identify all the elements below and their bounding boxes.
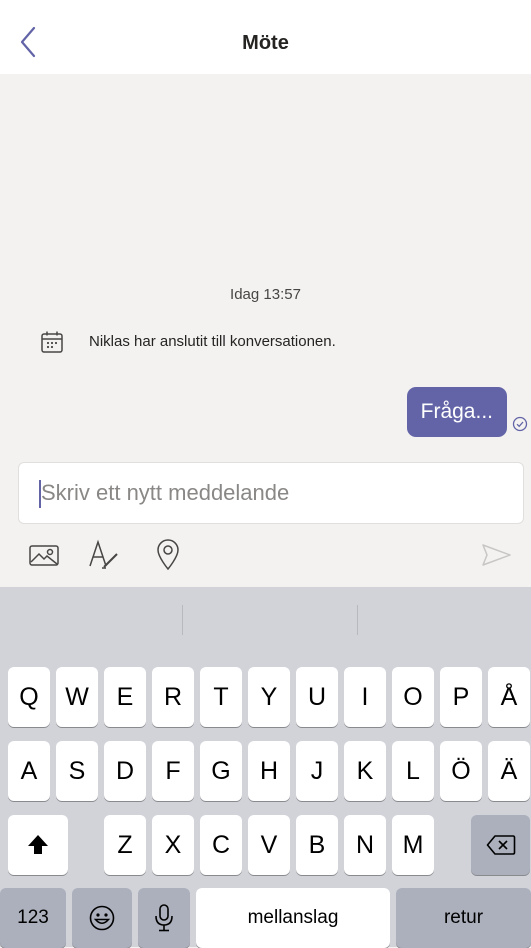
calendar-icon [41, 331, 63, 353]
key-a[interactable]: A [8, 741, 50, 801]
key-n[interactable]: N [344, 815, 386, 875]
location-icon [157, 539, 179, 571]
return-key[interactable]: retur [396, 888, 531, 948]
image-icon [29, 545, 59, 566]
key-f[interactable]: F [152, 741, 194, 801]
key-w[interactable]: W [56, 667, 98, 727]
message-input[interactable] [19, 463, 523, 523]
suggestion-bar [0, 587, 531, 653]
numbers-key[interactable]: 123 [0, 888, 66, 948]
key-a-ring[interactable]: Å [488, 667, 530, 727]
emoji-icon [89, 905, 115, 931]
key-o-umlaut[interactable]: Ö [440, 741, 482, 801]
message-bubble[interactable]: Fråga... [406, 387, 507, 437]
key-g[interactable]: G [200, 741, 242, 801]
suggestion-divider [182, 605, 183, 635]
key-v[interactable]: V [248, 815, 290, 875]
key-a-umlaut[interactable]: Ä [488, 741, 530, 801]
backspace-key[interactable] [471, 815, 530, 875]
system-message: Niklas har anslutit till konversationen. [89, 333, 336, 350]
key-c[interactable]: C [200, 815, 242, 875]
key-y[interactable]: Y [248, 667, 290, 727]
header: Möte [0, 0, 531, 74]
shift-icon [28, 835, 48, 854]
emoji-key[interactable] [72, 888, 132, 948]
send-icon [482, 544, 511, 566]
key-e[interactable]: E [104, 667, 146, 727]
key-q[interactable]: Q [8, 667, 50, 727]
key-s[interactable]: S [56, 741, 98, 801]
compose-box [18, 462, 524, 524]
send-button[interactable] [478, 537, 514, 573]
key-b[interactable]: B [296, 815, 338, 875]
dictation-key[interactable] [138, 888, 190, 948]
key-r[interactable]: R [152, 667, 194, 727]
key-j[interactable]: J [296, 741, 338, 801]
suggestion-divider [357, 605, 358, 635]
key-h[interactable]: H [248, 741, 290, 801]
key-t[interactable]: T [200, 667, 242, 727]
key-d[interactable]: D [104, 741, 146, 801]
text-cursor [39, 480, 41, 508]
sent-check-icon [512, 416, 528, 432]
format-text-icon [89, 539, 118, 569]
shift-key[interactable] [8, 815, 68, 875]
message-timestamp: Idag 13:57 [230, 286, 301, 303]
space-key[interactable]: mellanslag [196, 888, 390, 948]
key-u[interactable]: U [296, 667, 338, 727]
microphone-icon [155, 904, 173, 932]
key-i[interactable]: I [344, 667, 386, 727]
page-title: Möte [242, 32, 289, 54]
key-p[interactable]: P [440, 667, 482, 727]
key-x[interactable]: X [152, 815, 194, 875]
backspace-icon [486, 835, 515, 855]
format-button[interactable] [86, 537, 122, 573]
key-k[interactable]: K [344, 741, 386, 801]
key-z[interactable]: Z [104, 815, 146, 875]
key-m[interactable]: M [392, 815, 434, 875]
location-button[interactable] [150, 537, 186, 573]
image-button[interactable] [26, 537, 62, 573]
key-l[interactable]: L [392, 741, 434, 801]
keyboard: Q W E R T Y U I O P Å A S D F G H J K L … [0, 587, 531, 948]
chat-area: Idag 13:57 Niklas har anslutit till konv… [0, 74, 531, 460]
key-o[interactable]: O [392, 667, 434, 727]
